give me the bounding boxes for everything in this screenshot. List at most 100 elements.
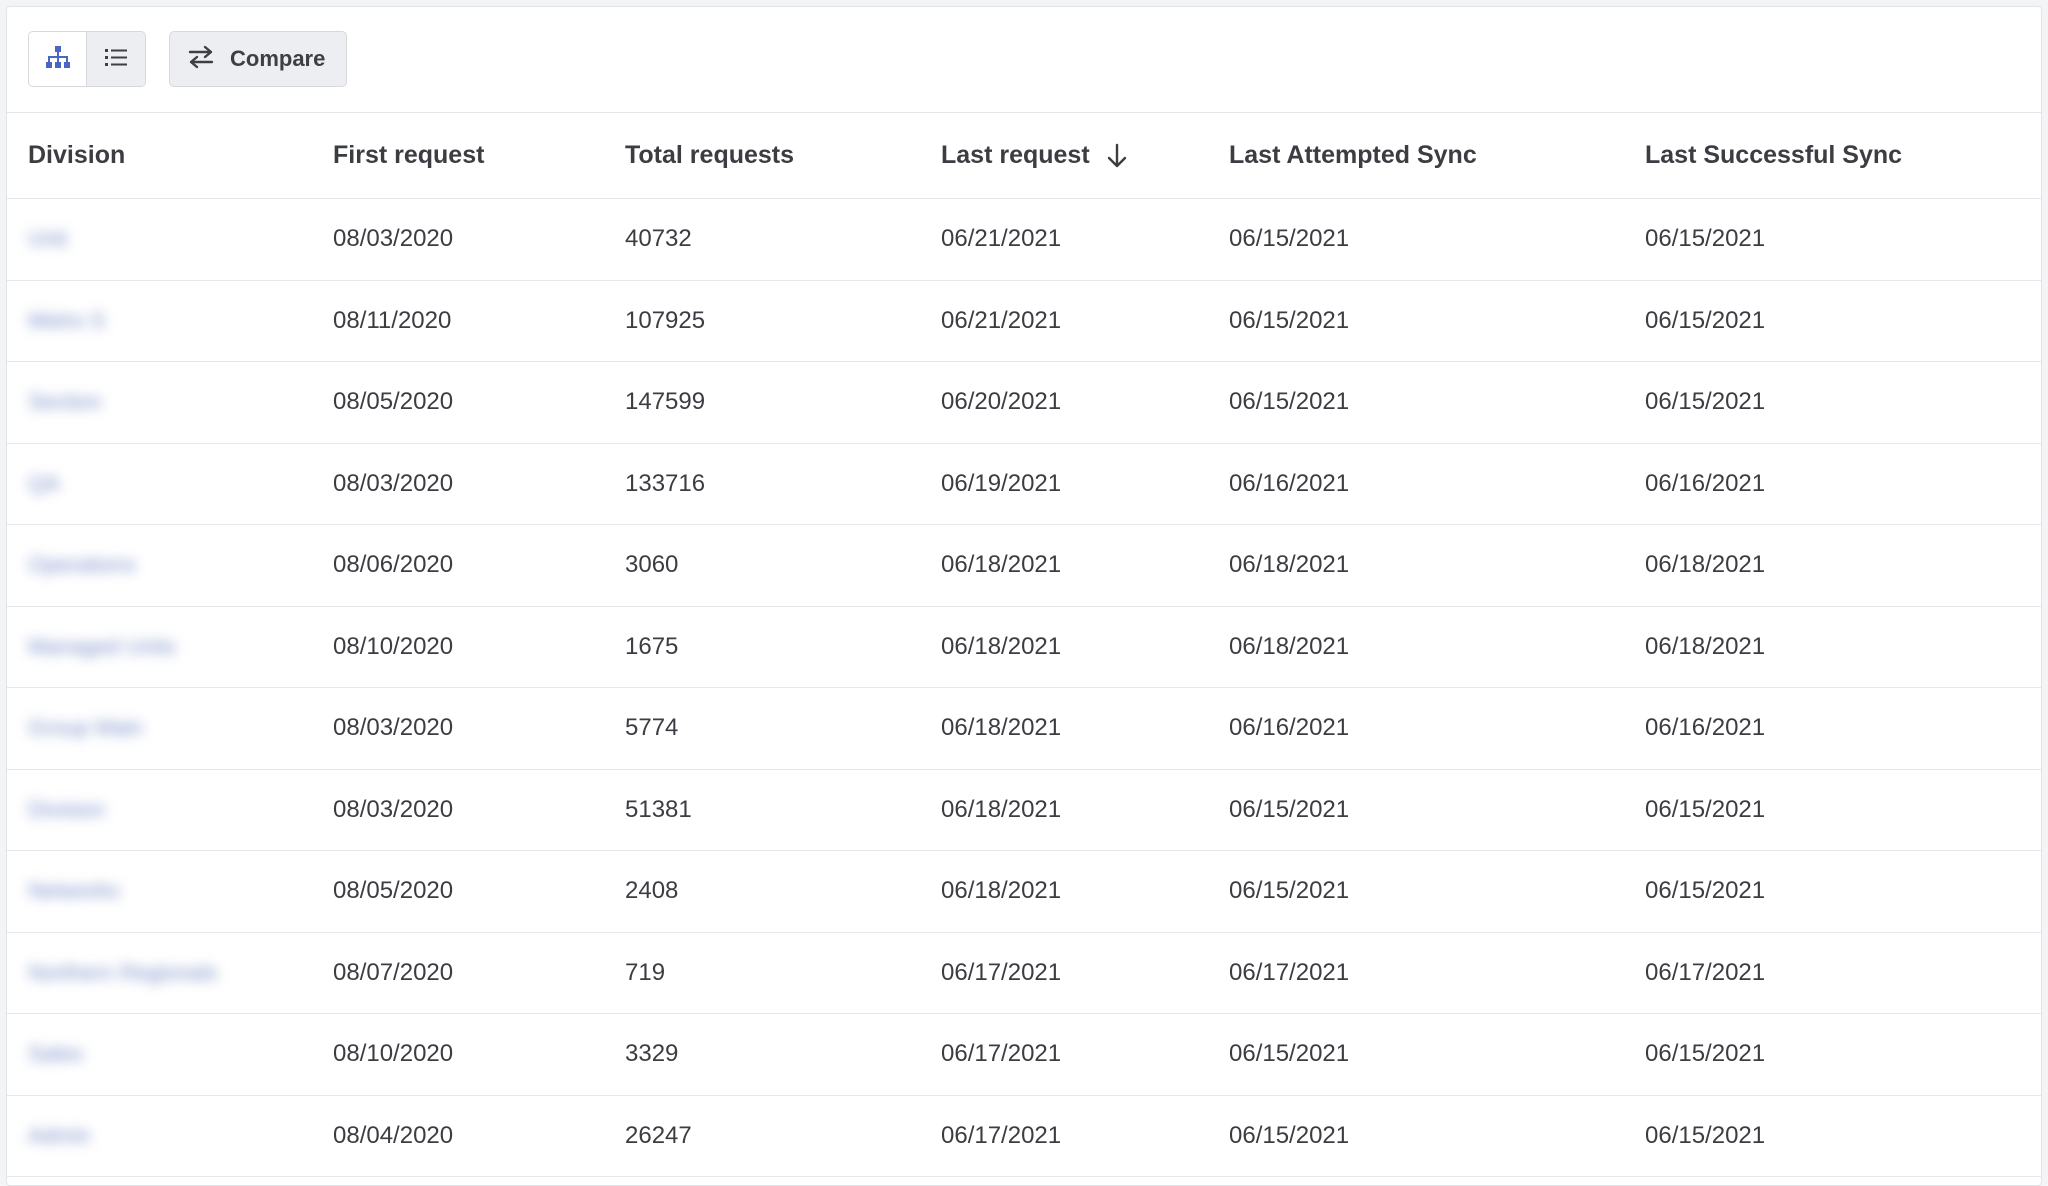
first-request-cell: 08/03/2020 — [333, 225, 454, 253]
last-request-cell: 06/19/2021 — [941, 469, 1062, 497]
division-name-cell[interactable]: Metro S — [7, 280, 245, 361]
column-header-last-successful-sync[interactable]: Last Successful Sync — [1645, 113, 1902, 198]
last-attempted-sync-cell: 06/16/2021 — [1229, 469, 1350, 497]
division-name: Networks — [28, 878, 120, 904]
last-request-cell: 06/17/2021 — [941, 1040, 1062, 1068]
first-request-cell: 08/11/2020 — [333, 306, 452, 334]
total-requests-cell: 719 — [625, 958, 666, 986]
last-successful-sync-cell: 06/16/2021 — [1645, 714, 1766, 742]
column-header-last-request-label: Last request — [941, 141, 1090, 169]
first-request-cell: 08/04/2020 — [333, 1121, 454, 1149]
division-sync-panel: Compare Division First request Total req… — [6, 6, 2042, 1186]
division-name: Managed Units — [28, 633, 176, 659]
table-row[interactable]: Division 08/03/2020 51381 06/18/2021 06/15/2… — [7, 769, 2041, 851]
total-requests-cell: 107925 — [625, 306, 706, 334]
last-successful-sync-cell: 06/17/2021 — [1645, 958, 1766, 986]
last-successful-sync-cell: 06/18/2021 — [1645, 551, 1766, 579]
last-attempted-sync-cell: 06/15/2021 — [1229, 795, 1350, 823]
division-name: Admin — [28, 1122, 91, 1148]
division-name: Northern Regionals — [28, 959, 218, 985]
division-name: Metro S — [28, 307, 106, 333]
table-row[interactable]: Unit 08/03/2020 40732 06/21/2021 06/15/2021 0… — [7, 199, 2041, 281]
division-name: Division — [28, 796, 106, 822]
last-successful-sync-cell: 06/15/2021 — [1645, 1121, 1766, 1149]
last-attempted-sync-cell: 06/15/2021 — [1229, 1040, 1350, 1068]
table-row[interactable]: Section 08/05/2020 147599 06/20/2021 06/15/2… — [7, 362, 2041, 444]
last-attempted-sync-cell: 06/15/2021 — [1229, 1121, 1350, 1149]
compare-label: Compare — [230, 46, 326, 71]
last-request-cell: 06/21/2021 — [941, 306, 1062, 334]
division-name-cell[interactable]: Sales — [7, 1014, 245, 1095]
last-attempted-sync-cell: 06/15/2021 — [1229, 877, 1350, 905]
tree-view-button[interactable] — [29, 32, 87, 86]
total-requests-cell: 51381 — [625, 795, 692, 823]
total-requests-cell: 1675 — [625, 632, 679, 660]
arrow-down-icon[interactable] — [1104, 142, 1130, 170]
table-row[interactable]: Operations 08/06/2020 3060 06/18/2021 06/18/… — [7, 525, 2041, 607]
division-name-cell[interactable]: Admin — [7, 1095, 245, 1176]
last-successful-sync-cell: 06/18/2021 — [1645, 632, 1766, 660]
division-name: Operations — [28, 552, 136, 578]
last-attempted-sync-cell: 06/15/2021 — [1229, 388, 1350, 416]
division-name-cell[interactable]: Division — [7, 769, 245, 850]
division-name: Unit — [28, 226, 68, 252]
first-request-cell: 08/05/2020 — [333, 877, 454, 905]
first-request-cell: 08/05/2020 — [333, 388, 454, 416]
hierarchy-icon — [44, 44, 72, 75]
list-view-button[interactable] — [87, 32, 145, 86]
last-request-cell: 06/17/2021 — [941, 958, 1062, 986]
last-successful-sync-cell: 06/15/2021 — [1645, 877, 1766, 905]
total-requests-cell: 3329 — [625, 1040, 679, 1068]
table-row[interactable]: Metro S 08/11/2020 107925 06/21/2021 06/15/2… — [7, 280, 2041, 362]
division-name-cell[interactable]: Section — [7, 362, 245, 443]
swap-arrows-icon — [186, 44, 216, 75]
last-request-cell: 06/18/2021 — [941, 795, 1062, 823]
last-request-cell: 06/18/2021 — [941, 551, 1062, 579]
last-successful-sync-cell: 06/16/2021 — [1645, 469, 1766, 497]
view-toggle — [28, 31, 146, 87]
last-successful-sync-cell: 06/15/2021 — [1645, 1040, 1766, 1068]
division-name-cell[interactable]: Managed Units — [7, 606, 245, 687]
total-requests-cell: 133716 — [625, 469, 706, 497]
division-name: Section — [28, 389, 102, 415]
column-header-division[interactable]: Division — [28, 113, 125, 198]
division-name-cell[interactable]: QA — [7, 443, 245, 524]
last-attempted-sync-cell: 06/18/2021 — [1229, 551, 1350, 579]
table-row[interactable]: Managed Units 08/10/2020 1675 06/18/2021 06/… — [7, 606, 2041, 688]
last-successful-sync-cell: 06/15/2021 — [1645, 225, 1766, 253]
last-request-cell: 06/20/2021 — [941, 388, 1062, 416]
first-request-cell: 08/03/2020 — [333, 795, 454, 823]
last-attempted-sync-cell: 06/15/2021 — [1229, 306, 1350, 334]
table-row[interactable]: QA 08/03/2020 133716 06/19/2021 06/16/2021 06… — [7, 443, 2041, 525]
table-row[interactable]: Networks 08/05/2020 2408 06/18/2021 06/15/20… — [7, 851, 2041, 933]
column-header-total-requests[interactable]: Total requests — [625, 113, 794, 198]
division-name: QA — [28, 470, 60, 496]
division-name-cell[interactable]: Group Main — [7, 688, 245, 769]
list-icon — [103, 46, 129, 73]
last-attempted-sync-cell: 06/16/2021 — [1229, 714, 1350, 742]
first-request-cell: 08/10/2020 — [333, 1040, 454, 1068]
table-row[interactable]: Sales 08/10/2020 3329 06/17/2021 06/15/2021 0… — [7, 1014, 2041, 1096]
column-header-last-attempted-sync[interactable]: Last Attempted Sync — [1229, 113, 1477, 198]
total-requests-cell: 3060 — [625, 551, 679, 579]
total-requests-cell: 40732 — [625, 225, 692, 253]
last-request-cell: 06/17/2021 — [941, 1121, 1062, 1149]
division-name-cell[interactable]: Northern Regionals — [7, 932, 245, 1013]
last-successful-sync-cell: 06/15/2021 — [1645, 306, 1766, 334]
table-row[interactable]: Northern Regionals 08/07/2020 719 06/17/202… — [7, 932, 2041, 1014]
last-request-cell: 06/18/2021 — [941, 632, 1062, 660]
last-attempted-sync-cell: 06/18/2021 — [1229, 632, 1350, 660]
first-request-cell: 08/06/2020 — [333, 551, 454, 579]
compare-button[interactable]: Compare — [169, 31, 347, 87]
last-successful-sync-cell: 06/15/2021 — [1645, 388, 1766, 416]
table-row[interactable]: Admin 08/04/2020 26247 06/17/2021 06/15/2021… — [7, 1095, 2041, 1177]
total-requests-cell: 2408 — [625, 877, 679, 905]
division-name-cell[interactable]: Unit — [7, 199, 245, 280]
column-header-last-request[interactable]: Last request — [941, 113, 1130, 198]
division-name-cell[interactable]: Operations — [7, 525, 245, 606]
table-header: Division First request Total requests La… — [7, 113, 2041, 199]
table-row[interactable]: Group Main 08/03/2020 5774 06/18/2021 06/16/… — [7, 688, 2041, 770]
division-name-cell[interactable]: Networks — [7, 851, 245, 932]
column-header-first-request[interactable]: First request — [333, 113, 484, 198]
last-attempted-sync-cell: 06/17/2021 — [1229, 958, 1350, 986]
